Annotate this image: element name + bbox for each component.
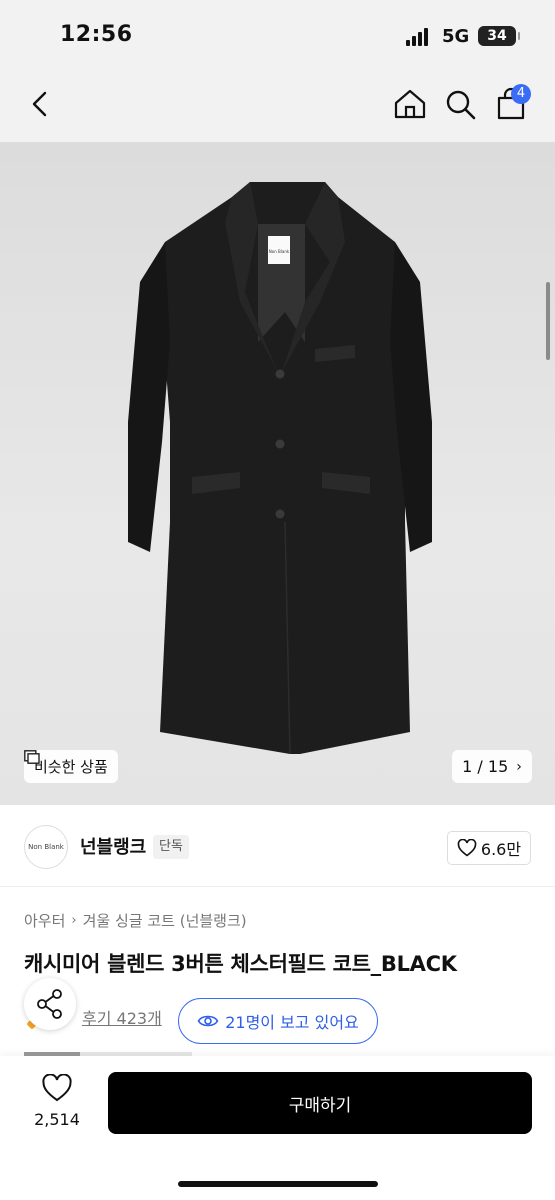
page-scrollbar[interactable] [546, 282, 550, 360]
similar-items-icon [24, 750, 40, 764]
share-icon [37, 989, 62, 1019]
buy-button[interactable]: 구매하기 [108, 1072, 532, 1134]
share-button[interactable] [24, 978, 76, 1030]
wishlist-count: 2,514 [34, 1110, 80, 1129]
heart-icon [42, 1073, 72, 1102]
top-nav [0, 70, 555, 142]
status-bar: 12:56 5G 34 [0, 0, 555, 70]
home-indicator [178, 1181, 378, 1187]
bottom-action-bar: 2,514 구매하기 [0, 1056, 555, 1200]
network-type: 5G [442, 26, 470, 47]
brand-row: Non Blank 넌블랭크 단독 6.6만 [0, 805, 555, 887]
signal-icon [406, 28, 432, 46]
brand-like-count: 6.6만 [480, 840, 522, 859]
viewers-pill: 21명이 보고 있어요 [178, 998, 378, 1044]
exclusive-badge: 단독 [153, 835, 189, 859]
search-button[interactable] [440, 84, 480, 124]
battery-icon: 34 [478, 26, 520, 46]
status-time: 12:56 [60, 22, 133, 47]
heart-icon [457, 839, 477, 857]
brand-logo[interactable]: Non Blank [24, 825, 68, 869]
brand-name[interactable]: 넌블랭크 [80, 833, 146, 859]
chevron-right-icon: › [516, 758, 522, 775]
coat-image: Non Blank [128, 182, 432, 755]
coat-brand-label: Non Blank [269, 249, 290, 254]
breadcrumb: 아우터 › 겨울 싱글 코트 (넌블랭크) [24, 910, 247, 931]
back-button[interactable] [20, 84, 60, 124]
cart-count-badge: 4 [511, 84, 531, 104]
home-icon [394, 89, 426, 119]
search-icon [446, 90, 476, 120]
image-counter-text: 1 / 15 [462, 757, 509, 776]
viewers-text: 21명이 보고 있어요 [225, 1013, 359, 1032]
eye-icon [197, 1015, 219, 1027]
image-counter[interactable]: 1 / 15 › [452, 750, 532, 783]
similar-products-button[interactable]: 비슷한 상품 [24, 750, 118, 783]
product-title: 캐시미어 블렌드 3버튼 체스터필드 코트_BLACK [24, 952, 457, 976]
review-link[interactable]: 후기 423개 [82, 1005, 162, 1029]
chevron-right-icon: › [71, 913, 77, 928]
breadcrumb-item[interactable]: 아우터 [24, 910, 65, 931]
chevron-left-icon [32, 91, 47, 117]
wishlist-button[interactable]: 2,514 [24, 1073, 90, 1134]
brand-like-button[interactable]: 6.6만 [447, 831, 531, 865]
breadcrumb-item[interactable]: 겨울 싱글 코트 (넌블랭크) [83, 910, 247, 931]
product-image-carousel[interactable]: Non Blank 비슷한 상품 1 / 15 › [0, 142, 555, 805]
home-button[interactable] [390, 84, 430, 124]
similar-products-label: 비슷한 상품 [34, 758, 108, 776]
